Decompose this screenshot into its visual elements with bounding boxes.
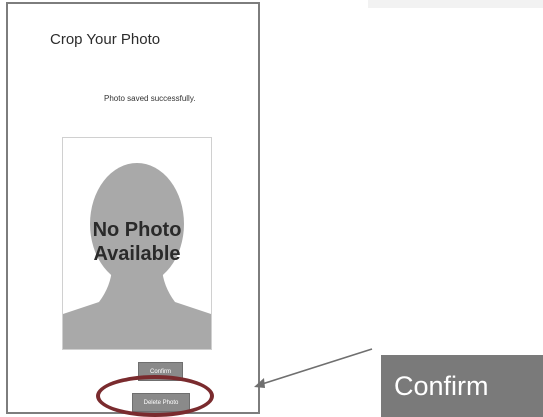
callout-confirm-button[interactable]: Confirm: [381, 355, 543, 417]
status-message: Photo saved successfully.: [104, 94, 196, 103]
no-photo-placeholder-text: No Photo Available: [63, 218, 211, 266]
placeholder-line-2: Available: [93, 243, 181, 265]
photo-preview: No Photo Available: [62, 137, 212, 350]
delete-photo-button[interactable]: Delete Photo: [132, 393, 190, 412]
background-strip: [368, 0, 543, 8]
dialog-title: Crop Your Photo: [50, 31, 161, 48]
crop-photo-dialog: Crop Your Photo Photo saved successfully…: [6, 2, 260, 414]
placeholder-line-1: No Photo: [92, 219, 182, 241]
screen: Crop Your Photo Photo saved successfully…: [0, 0, 543, 417]
confirm-button[interactable]: Confirm: [138, 362, 183, 381]
